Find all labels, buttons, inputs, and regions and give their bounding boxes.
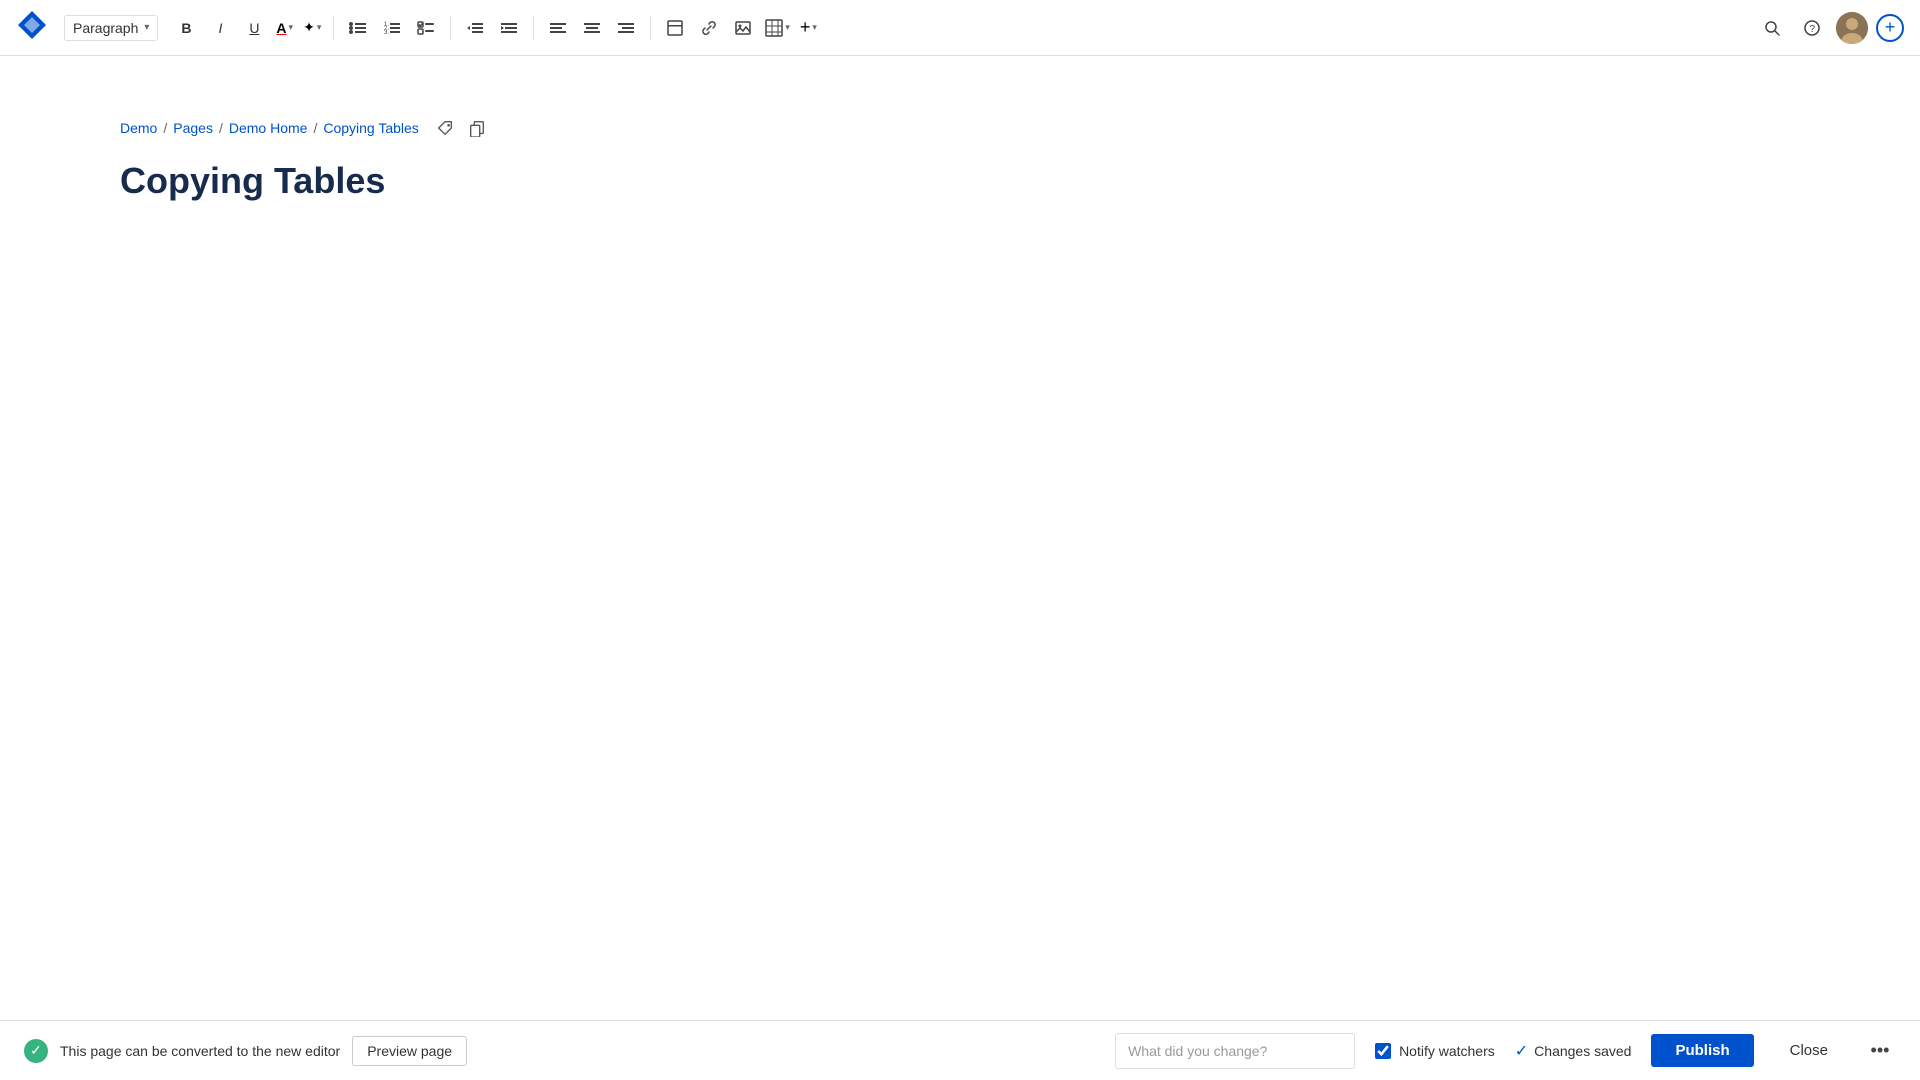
bullet-list-button[interactable] — [342, 12, 374, 44]
label-icon-button[interactable] — [433, 116, 457, 140]
search-button[interactable] — [1756, 12, 1788, 44]
divider-1 — [333, 16, 334, 40]
plus-icon: + — [800, 17, 811, 38]
text-color-icon: A — [276, 20, 286, 36]
help-button[interactable]: ? — [1796, 12, 1828, 44]
highlight-dropdown[interactable]: ✦ ▾ — [299, 15, 325, 40]
content-area[interactable] — [120, 234, 1800, 634]
add-button[interactable]: + — [1876, 14, 1904, 42]
separator-1: / — [163, 120, 167, 136]
divider-2 — [450, 16, 451, 40]
indent-button[interactable] — [493, 12, 525, 44]
breadcrumb-demo[interactable]: Demo — [120, 120, 157, 136]
svg-text:?: ? — [1810, 24, 1816, 35]
numbered-list-button[interactable]: 1.2.3. — [376, 12, 408, 44]
align-group — [542, 12, 642, 44]
paragraph-style-label: Paragraph — [73, 20, 138, 36]
main-content: Demo / Pages / Demo Home / Copying Table… — [0, 56, 1920, 1020]
toolbar-right: ? + — [1756, 12, 1904, 44]
bottom-right-actions: Notify watchers ✓ Changes saved Publish … — [1115, 1033, 1896, 1069]
page-title[interactable]: Copying Tables — [120, 160, 1800, 202]
svg-text:3.: 3. — [384, 30, 389, 36]
italic-button[interactable]: I — [204, 12, 236, 44]
chevron-down-icon: ▾ — [144, 22, 149, 33]
insert-table-dropdown[interactable]: ▾ — [761, 15, 794, 41]
text-color-dropdown[interactable]: A ▾ — [272, 16, 297, 40]
preview-page-button[interactable]: Preview page — [352, 1036, 467, 1066]
breadcrumb-demo-home[interactable]: Demo Home — [229, 120, 308, 136]
chevron-down-icon: ▾ — [289, 22, 294, 33]
separator-3: / — [313, 120, 317, 136]
chevron-down-icon: ▾ — [812, 22, 817, 33]
publish-button[interactable]: Publish — [1651, 1034, 1753, 1067]
divider-4 — [650, 16, 651, 40]
breadcrumb: Demo / Pages / Demo Home / Copying Table… — [120, 116, 1800, 140]
changes-saved-text: Changes saved — [1534, 1043, 1631, 1059]
highlight-icon: ✦ — [303, 19, 315, 36]
insert-panel-button[interactable] — [659, 12, 691, 44]
check-icon: ✓ — [1515, 1041, 1528, 1061]
breadcrumb-current: Copying Tables — [323, 120, 418, 136]
notify-watchers-label[interactable]: Notify watchers — [1399, 1043, 1495, 1059]
outdent-button[interactable] — [459, 12, 491, 44]
insert-link-button[interactable] — [693, 12, 725, 44]
bold-button[interactable]: B — [170, 12, 202, 44]
change-description-input[interactable] — [1115, 1033, 1355, 1069]
separator-2: / — [219, 120, 223, 136]
align-right-button[interactable] — [610, 12, 642, 44]
indent-group — [459, 12, 525, 44]
paragraph-style-dropdown[interactable]: Paragraph ▾ — [64, 15, 158, 41]
task-list-button[interactable] — [410, 12, 442, 44]
app-logo[interactable] — [16, 9, 48, 46]
notify-watchers-section: Notify watchers — [1375, 1043, 1495, 1059]
copy-page-icon-button[interactable] — [465, 116, 489, 140]
toolbar: Paragraph ▾ B I U A ▾ ✦ ▾ 1.2.3. — [0, 0, 1920, 56]
changes-saved-indicator: ✓ Changes saved — [1515, 1041, 1632, 1061]
underline-button[interactable]: U — [238, 12, 270, 44]
insert-image-button[interactable] — [727, 12, 759, 44]
align-left-button[interactable] — [542, 12, 574, 44]
notify-watchers-checkbox[interactable] — [1375, 1043, 1391, 1059]
chevron-down-icon: ▾ — [317, 22, 322, 33]
bottom-bar: ✓ This page can be converted to the new … — [0, 1020, 1920, 1080]
breadcrumb-pages[interactable]: Pages — [173, 120, 213, 136]
align-center-button[interactable] — [576, 12, 608, 44]
avatar[interactable] — [1836, 12, 1868, 44]
convert-notice: ✓ This page can be converted to the new … — [24, 1036, 467, 1066]
text-format-group: B I U A ▾ ✦ ▾ — [170, 12, 325, 44]
breadcrumb-icons — [433, 116, 489, 140]
insert-more-dropdown[interactable]: + ▾ — [796, 13, 821, 42]
close-button[interactable]: Close — [1774, 1034, 1844, 1067]
list-format-group: 1.2.3. — [342, 12, 442, 44]
convert-notice-text: This page can be converted to the new ed… — [60, 1043, 340, 1059]
chevron-down-icon: ▾ — [785, 22, 790, 33]
divider-3 — [533, 16, 534, 40]
success-icon: ✓ — [24, 1039, 48, 1063]
more-options-button[interactable]: ••• — [1864, 1035, 1896, 1067]
insert-group: ▾ + ▾ — [659, 12, 821, 44]
